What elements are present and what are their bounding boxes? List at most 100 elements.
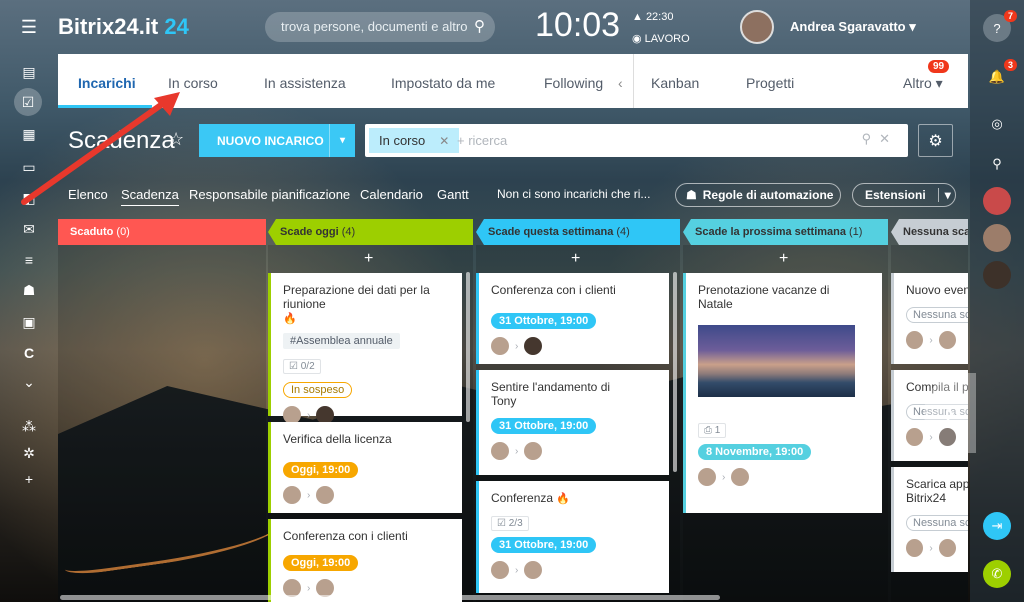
tab-impostato-da-me[interactable]: Impostato da me <box>391 75 495 91</box>
task-card[interactable]: Verifica della licenza Oggi, 19:00 › <box>268 422 462 513</box>
task-card[interactable]: Scarica appl Bitrix24 Nessuna sc › <box>891 467 968 572</box>
deadline-badge[interactable]: Oggi, 19:00 <box>283 462 359 478</box>
deadline-badge[interactable]: 8 Novembre, 19:00 <box>698 444 812 460</box>
collapse-icon[interactable]: ‹ <box>618 75 623 91</box>
tab-kanban[interactable]: Kanban <box>651 75 699 91</box>
menu-icon[interactable]: ☰ <box>17 17 41 37</box>
task-title[interactable]: Verifica della licenza <box>283 432 450 446</box>
chat-icon[interactable]: ◎ <box>983 110 1011 138</box>
feed-icon[interactable]: ▤ <box>17 62 41 82</box>
chevron-down-icon[interactable]: ▾ <box>329 124 355 157</box>
avatar <box>731 468 750 486</box>
task-people: › <box>698 468 870 486</box>
deadline-badge[interactable]: Nessuna sc <box>906 515 968 531</box>
logo[interactable]: Bitrix24.it 24 <box>58 14 189 40</box>
filter-chip[interactable]: In corso ✕ <box>369 128 460 153</box>
view-calendario[interactable]: Calendario <box>360 187 423 202</box>
crm-icon[interactable]: C <box>17 343 41 363</box>
close-icon[interactable]: ✕ <box>439 134 449 148</box>
deadline-badge[interactable]: 31 Ottobre, 19:00 <box>491 418 597 434</box>
tab-progetti[interactable]: Progetti <box>746 75 794 91</box>
contacts-icon[interactable]: ▣ <box>17 312 41 332</box>
task-card[interactable]: Conferenza 🔥 ☑ 2/3 31 Ottobre, 19:00 › <box>476 481 669 593</box>
search-icon[interactable]: ⚲ <box>983 150 1011 178</box>
robot-icon[interactable]: ☗ <box>17 280 41 300</box>
tab-incarichi[interactable]: Incarichi <box>78 75 136 91</box>
column-scrollbar[interactable] <box>466 272 470 422</box>
filter-actions[interactable]: ⚲✕ <box>862 131 898 147</box>
global-search-input[interactable]: trova persone, documenti e altro ⚲ <box>265 12 495 42</box>
task-title[interactable]: Scarica appl Bitrix24 <box>906 477 968 505</box>
phone-icon[interactable]: ✆ <box>983 560 1011 588</box>
help-icon[interactable]: ? 7 <box>983 10 1017 42</box>
add-task-oggi-icon[interactable]: + <box>364 250 373 268</box>
task-card[interactable]: Prenotazione vacanze di Natale ⎙ 1 8 Nov… <box>683 273 882 513</box>
notifications-icon[interactable]: 🔔 3 <box>983 59 1017 91</box>
task-card[interactable]: Sentire l'andamento di Tony 31 Ottobre, … <box>476 370 669 475</box>
structure-icon[interactable]: ⁂ <box>17 416 41 436</box>
filter-icon[interactable]: ≡ <box>17 250 41 270</box>
task-title[interactable]: Conferenza 🔥 <box>491 491 657 506</box>
task-card[interactable]: Preparazione dei dati per la riunione 🔥 #… <box>268 273 462 424</box>
task-card[interactable]: Conferenza con i clienti Oggi, 19:00 › <box>268 519 462 602</box>
column-header-settimana[interactable]: Scade questa settimana (4) <box>476 219 680 245</box>
more-icon[interactable]: ⌄ <box>17 372 41 392</box>
task-title[interactable]: Conferenza con i clienti <box>491 283 657 297</box>
tab-altro[interactable]: Altro ▾ <box>903 75 943 92</box>
chevron-right-icon: › <box>929 542 933 554</box>
task-title[interactable]: Sentire l'andamento di Tony <box>491 380 631 408</box>
task-title[interactable]: Preparazione dei dati per la riunione <box>283 283 450 311</box>
deadline-badge[interactable]: Oggi, 19:00 <box>283 555 359 571</box>
new-task-button[interactable]: NUOVO INCARICO ▾ <box>199 124 355 157</box>
gear-icon[interactable]: ⚙ <box>918 124 953 157</box>
task-card[interactable]: Conferenza con i clienti 31 Ottobre, 19:… <box>476 273 669 364</box>
open-lines-icon[interactable]: ⇥ <box>983 512 1011 540</box>
drive-icon[interactable]: ▭ <box>17 157 41 177</box>
user-avatar[interactable] <box>740 10 774 44</box>
add-task-settimana-icon[interactable]: + <box>571 250 580 268</box>
settings-icon[interactable]: ✲ <box>17 443 41 463</box>
star-icon[interactable]: ☆ <box>168 129 184 150</box>
view-responsabile[interactable]: Responsabile pianificazione <box>189 187 350 202</box>
user-menu[interactable]: Andrea Sgaravatto ▾ <box>790 19 916 35</box>
tab-in-corso[interactable]: In corso <box>168 75 218 91</box>
extensions-button[interactable]: Estensioni ▾ <box>852 183 956 207</box>
column-header-oggi[interactable]: Scade oggi (4) <box>268 219 473 245</box>
task-title[interactable]: Conferenza con i clienti <box>283 529 450 543</box>
deadline-badge[interactable]: Nessuna sc <box>906 307 968 323</box>
calendar-icon[interactable]: ▦ <box>17 124 41 144</box>
task-people: › <box>283 486 450 504</box>
column-header-nessuna[interactable]: Nessuna scadenza <box>891 219 968 245</box>
filter-search-input[interactable]: In corso ✕ + ricerca ⚲✕ <box>365 124 908 157</box>
column-header-prossima[interactable]: Scade la prossima settimana (1) <box>683 219 888 245</box>
contact-avatar[interactable] <box>983 224 1011 252</box>
task-image[interactable] <box>698 325 855 397</box>
tab-following[interactable]: Following <box>544 75 603 91</box>
view-gantt[interactable]: Gantt <box>437 187 469 202</box>
add-task-prossima-icon[interactable]: + <box>779 250 788 268</box>
board-horizontal-scrollbar[interactable] <box>60 595 720 600</box>
mail-icon[interactable]: ✉ <box>17 219 41 239</box>
tab-in-assistenza[interactable]: In assistenza <box>264 75 346 91</box>
task-title[interactable]: Prenotazione vacanze di Natale <box>698 283 848 311</box>
column-scrollbar[interactable] <box>673 272 677 472</box>
view-scadenza[interactable]: Scadenza <box>121 187 179 206</box>
task-title[interactable]: Nuovo event <box>906 283 968 297</box>
automation-button[interactable]: ☗ Regole di automazione <box>675 183 841 207</box>
tasks-icon[interactable]: ☑ <box>14 88 42 116</box>
docs-icon[interactable]: ◧ <box>17 188 41 208</box>
deadline-badge[interactable]: 31 Ottobre, 19:00 <box>491 537 597 553</box>
group-avatar[interactable] <box>983 187 1011 215</box>
avatar <box>906 539 924 557</box>
search-icon: ⚲ <box>861 131 880 146</box>
deadline-badge[interactable]: 31 Ottobre, 19:00 <box>491 313 597 329</box>
add-icon[interactable]: + <box>17 469 41 489</box>
task-tag[interactable]: #Assemblea annuale <box>283 333 400 349</box>
contact-avatar[interactable] <box>983 261 1011 289</box>
work-status[interactable]: ◉ LAVORO <box>632 32 690 45</box>
view-elenco[interactable]: Elenco <box>68 187 108 202</box>
column-header-scaduto[interactable]: Scaduto (0) <box>58 219 266 245</box>
task-card[interactable]: Nuovo event Nessuna sc › <box>891 273 968 364</box>
checklist-counter: ☑ 0/2 <box>283 359 321 374</box>
hot-icon: 🔥 <box>556 493 571 505</box>
